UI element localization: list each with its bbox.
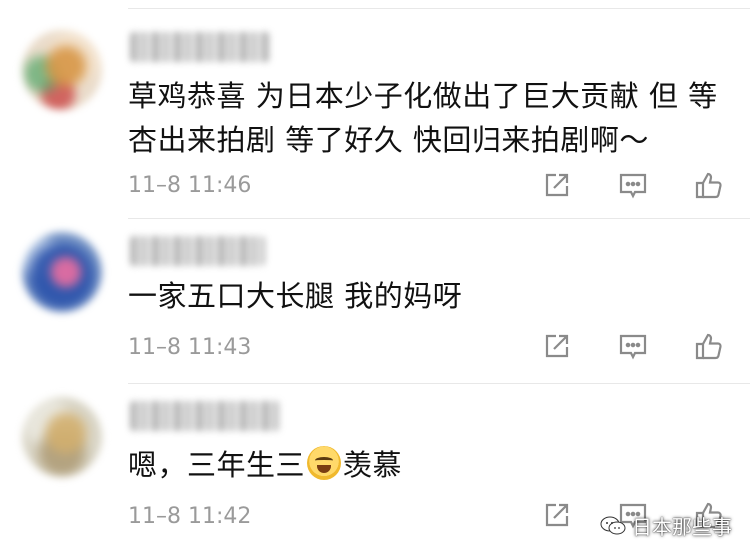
wechat-icon xyxy=(600,516,626,534)
comment-item: 一家五口大长腿 我的妈呀 11–8 11:43 xyxy=(0,218,750,383)
username-blurred[interactable] xyxy=(130,236,265,266)
timestamp: 11–8 11:42 xyxy=(128,504,252,529)
comment-line: 杏出来拍剧 等了好久 快回归来拍剧啊～ xyxy=(128,123,649,157)
comment-line: 草鸡恭喜 为日本少子化做出了巨大贡献 但 等 xyxy=(128,79,718,113)
timestamp: 11–8 11:43 xyxy=(128,335,252,360)
watermark-text: 日本那些事 xyxy=(632,515,732,539)
watermark: 日本那些事 xyxy=(600,511,732,540)
avatar[interactable] xyxy=(22,232,102,312)
comment-icon[interactable] xyxy=(618,331,648,361)
comment-actions xyxy=(542,170,724,200)
comment-actions xyxy=(542,331,724,361)
username-blurred[interactable] xyxy=(130,32,270,62)
share-icon[interactable] xyxy=(542,500,572,530)
thumbs-up-icon[interactable] xyxy=(694,170,724,200)
username-blurred[interactable] xyxy=(130,401,280,431)
laughing-crying-emoji-icon xyxy=(307,446,342,480)
comment-text-part: 嗯，三年生三 xyxy=(128,448,306,482)
comment-item: 草鸡恭喜 为日本少子化做出了巨大贡献 但 等 杏出来拍剧 等了好久 快回归来拍剧… xyxy=(0,0,750,218)
avatar[interactable] xyxy=(22,30,102,110)
comment-icon[interactable] xyxy=(618,170,648,200)
avatar[interactable] xyxy=(22,397,102,477)
comment-line: 一家五口大长腿 我的妈呀 xyxy=(128,279,463,313)
thumbs-up-icon[interactable] xyxy=(694,331,724,361)
comment-text: 一家五口大长腿 我的妈呀 xyxy=(128,274,732,318)
share-icon[interactable] xyxy=(542,331,572,361)
comment-text-part: 羡慕 xyxy=(343,448,403,482)
comment-text: 草鸡恭喜 为日本少子化做出了巨大贡献 但 等 杏出来拍剧 等了好久 快回归来拍剧… xyxy=(128,74,732,162)
timestamp: 11–8 11:46 xyxy=(128,173,252,198)
comment-text: 嗯，三年生三 羡慕 xyxy=(128,443,732,487)
share-icon[interactable] xyxy=(542,170,572,200)
